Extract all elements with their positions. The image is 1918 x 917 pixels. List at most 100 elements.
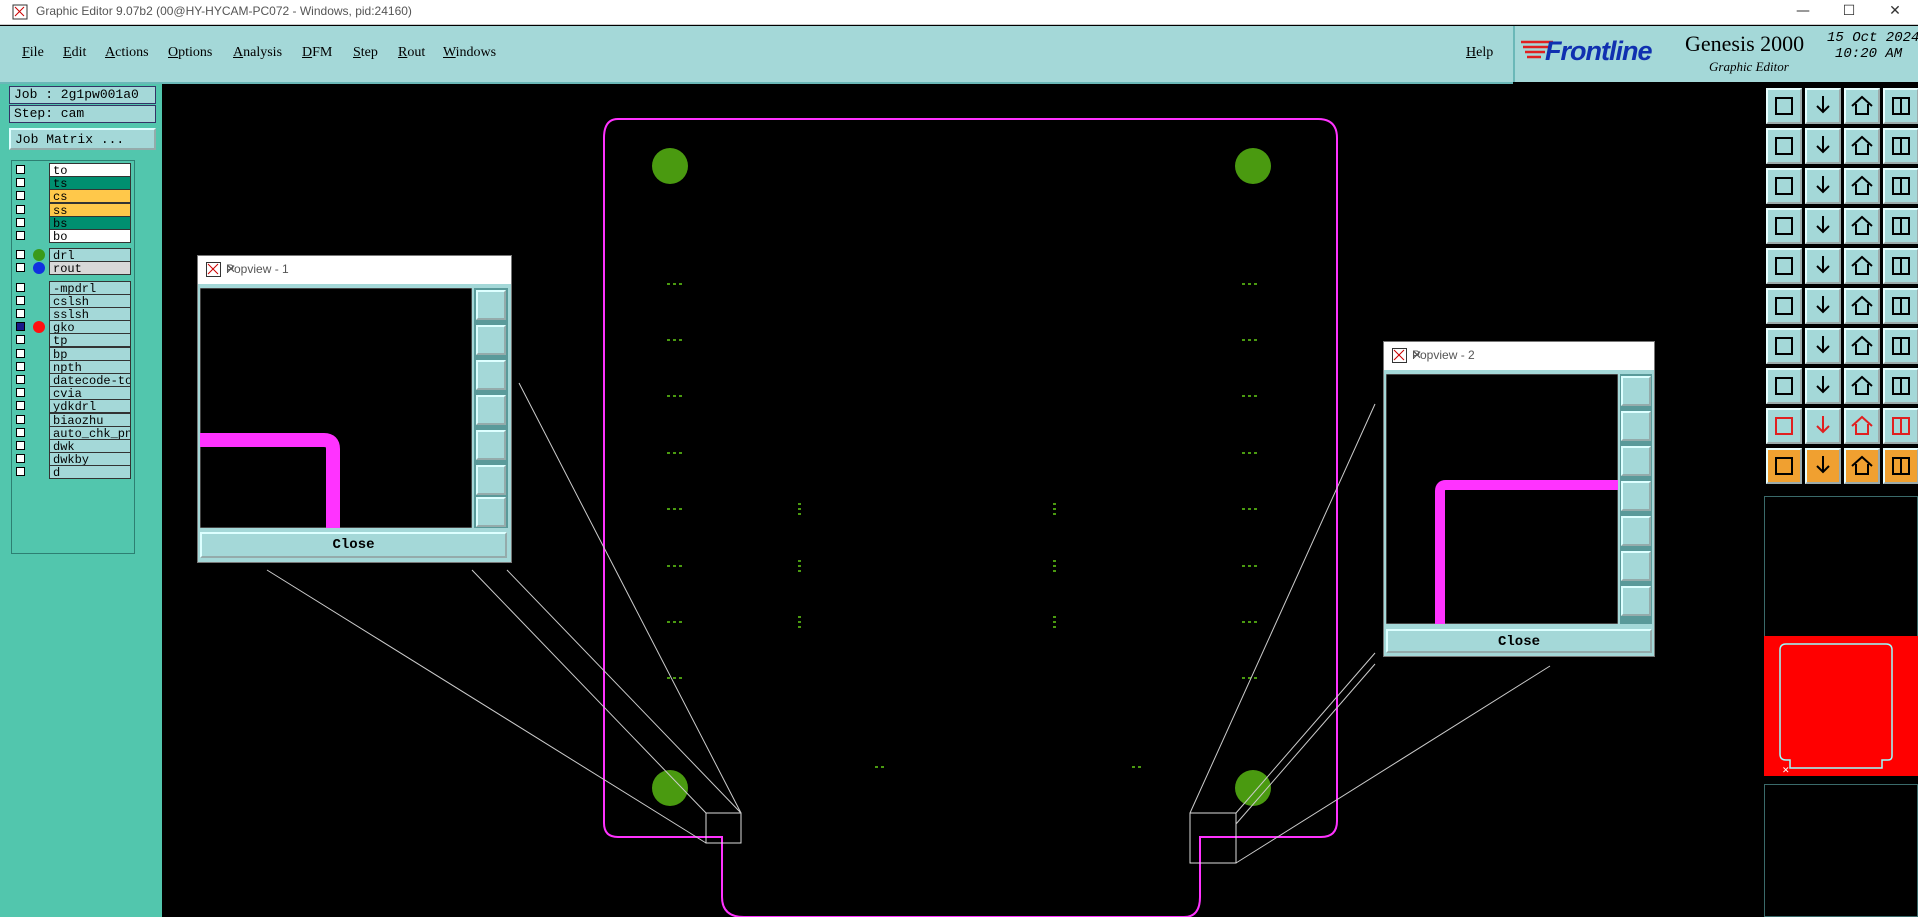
layer-checkbox[interactable] — [16, 322, 25, 332]
popview-1-close-button[interactable]: Close — [200, 532, 507, 558]
layer-checkbox[interactable] — [16, 348, 25, 358]
popview-zoom-in-button[interactable] — [476, 465, 506, 495]
layer-row[interactable]: bp — [14, 346, 131, 361]
popview-right-button[interactable] — [476, 430, 506, 460]
layer-name[interactable]: cs — [49, 189, 131, 204]
popview-zoom-in-button[interactable] — [1621, 551, 1651, 581]
tool-slash-button[interactable] — [1805, 328, 1841, 364]
menu-actions[interactable]: Actions — [105, 45, 149, 61]
layer-checkbox[interactable] — [16, 309, 25, 318]
tool-pointer-4-button[interactable] — [1883, 448, 1918, 484]
popview-1-viewport[interactable] — [200, 288, 472, 528]
layer-checkbox[interactable] — [16, 441, 25, 450]
popview-down-button[interactable] — [1621, 446, 1651, 476]
layer-name[interactable]: dwk — [49, 439, 131, 453]
layer-name[interactable]: rout — [49, 261, 131, 276]
tool-pad-button[interactable] — [1883, 248, 1918, 284]
tool-draw-line-button[interactable] — [1805, 248, 1841, 284]
tool-select-big-button[interactable] — [1766, 248, 1802, 284]
layer-checkbox[interactable] — [16, 427, 25, 437]
tool-pointer-3-button[interactable] — [1844, 448, 1880, 484]
tool-open-button[interactable] — [1766, 88, 1802, 124]
tool-snap-net-button[interactable] — [1883, 208, 1918, 244]
layer-checkbox[interactable] — [16, 282, 25, 292]
tool-fit-button[interactable] — [1766, 168, 1802, 204]
tool-align-button[interactable] — [1805, 368, 1841, 404]
popview-2-close-button[interactable]: Close — [1386, 629, 1652, 653]
popview-fit-button[interactable] — [1621, 376, 1651, 406]
layer-name[interactable]: sslsh — [49, 307, 131, 321]
layer-name[interactable]: cvia — [49, 386, 131, 401]
layer-name[interactable]: d — [49, 465, 131, 480]
layer-row[interactable]: bs — [14, 215, 131, 230]
tool-rotate-button[interactable] — [1844, 328, 1880, 364]
tool-undo-redo-button[interactable] — [1844, 128, 1880, 164]
tool-grid-button[interactable] — [1805, 208, 1841, 244]
layer-name[interactable]: bp — [49, 346, 131, 361]
board-overview-preview[interactable]: ✕ — [1764, 636, 1918, 776]
tool-node-button[interactable] — [1844, 288, 1880, 324]
layer-checkbox[interactable] — [16, 295, 25, 305]
layer-checkbox[interactable] — [16, 414, 25, 424]
layer-checkbox[interactable] — [16, 217, 25, 227]
tool-scale-button[interactable] — [1844, 168, 1880, 204]
layer-checkbox[interactable] — [16, 454, 25, 464]
layer-name[interactable]: drl — [49, 248, 131, 263]
tool-properties-button[interactable] — [1766, 208, 1802, 244]
job-matrix-button[interactable]: Job Matrix ... — [9, 128, 156, 150]
layer-row[interactable]: npth — [14, 359, 131, 374]
layer-row[interactable]: cslsh — [14, 293, 131, 308]
tool-triangle-a-button[interactable] — [1766, 408, 1802, 444]
layer-name[interactable]: gko — [49, 320, 131, 335]
layer-row[interactable]: gko — [14, 320, 131, 335]
layer-name[interactable]: ss — [49, 202, 131, 217]
layer-name[interactable]: ts — [49, 176, 131, 191]
tool-angle-button[interactable] — [1766, 328, 1802, 364]
tool-help-button[interactable] — [1883, 168, 1918, 204]
layer-checkbox[interactable] — [16, 231, 25, 240]
tool-home-button[interactable] — [1844, 88, 1880, 124]
menu-file[interactable]: File — [22, 45, 44, 61]
tool-copy-feature-button[interactable] — [1883, 368, 1918, 404]
layer-row[interactable]: d — [14, 465, 131, 480]
menu-step[interactable]: Step — [353, 45, 378, 61]
layer-name[interactable]: cslsh — [49, 293, 131, 308]
menu-rout[interactable]: Rout — [398, 45, 425, 61]
layer-row[interactable]: to — [14, 163, 131, 177]
tool-export-button[interactable] — [1805, 128, 1841, 164]
tool-triangle-d-button[interactable] — [1883, 408, 1918, 444]
layer-row[interactable]: dwkby — [14, 452, 131, 467]
menu-dfm[interactable]: DFM — [302, 45, 332, 61]
menu-help[interactable]: Help — [1466, 45, 1493, 61]
layer-row[interactable]: dwk — [14, 439, 131, 453]
tool-dimension-button[interactable] — [1844, 368, 1880, 404]
layer-row[interactable]: rout — [14, 261, 131, 276]
layer-name[interactable]: dwkby — [49, 452, 131, 467]
layer-checkbox[interactable] — [16, 191, 25, 201]
popview-zoom-out-button[interactable] — [476, 497, 506, 527]
layer-checkbox[interactable] — [16, 250, 25, 260]
maximize-button[interactable]: ☐ — [1826, 0, 1872, 24]
tool-snap-red-button[interactable] — [1844, 208, 1880, 244]
tool-move-pad-button[interactable] — [1766, 368, 1802, 404]
tool-triangle-b-button[interactable] — [1805, 408, 1841, 444]
popview-right-button[interactable] — [1621, 516, 1651, 546]
layer-row[interactable]: bo — [14, 229, 131, 243]
layer-checkbox[interactable] — [16, 401, 25, 411]
tool-flip-button[interactable] — [1883, 328, 1918, 364]
menu-options[interactable]: Options — [168, 45, 212, 61]
layer-name[interactable]: datecode-to — [49, 373, 131, 387]
layer-row[interactable]: sslsh — [14, 307, 131, 321]
layer-checkbox[interactable] — [16, 263, 25, 273]
tool-save-button[interactable] — [1805, 88, 1841, 124]
layer-row[interactable]: cvia — [14, 386, 131, 401]
popview-2-viewport[interactable] — [1386, 374, 1618, 624]
tool-measure-button[interactable] — [1844, 248, 1880, 284]
layer-checkbox[interactable] — [16, 388, 25, 398]
tool-triangle-c-button[interactable] — [1844, 408, 1880, 444]
layer-name[interactable]: auto_chk_pn — [49, 425, 131, 440]
tool-arc-button[interactable] — [1883, 288, 1918, 324]
popview-1-close-icon[interactable]: ✕ — [226, 262, 503, 276]
layer-checkbox[interactable] — [16, 375, 25, 384]
layer-row[interactable]: tp — [14, 333, 131, 348]
